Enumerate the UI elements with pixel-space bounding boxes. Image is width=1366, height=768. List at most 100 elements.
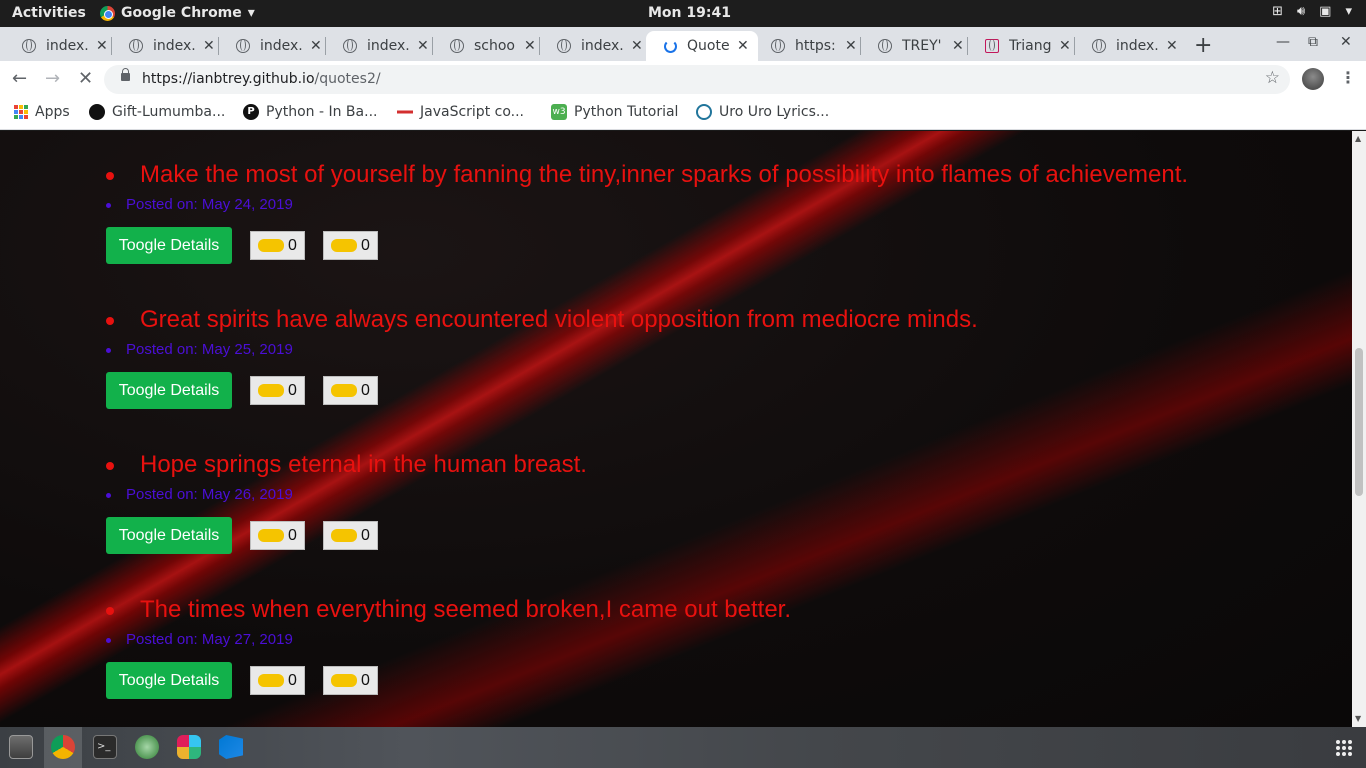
list-bullet (106, 638, 111, 643)
bookmark-javascript[interactable]: JavaScript co... (397, 104, 524, 120)
bookmark-github[interactable]: Gift-Lumumba... (89, 104, 225, 120)
stop-loading-icon[interactable]: ✕ (78, 68, 93, 89)
page-scrollbar[interactable]: ▲ ▼ (1352, 131, 1366, 727)
tab-8[interactable]: TREY' ✕ (860, 31, 964, 61)
javascript-site-icon (397, 104, 413, 120)
bookmark-python-tutorial[interactable]: w3 Python Tutorial (551, 104, 678, 120)
activities-button[interactable]: Activities (12, 5, 86, 21)
tab-2[interactable]: index. ✕ (218, 31, 322, 61)
upvote-pill-icon (258, 239, 285, 252)
close-icon[interactable]: ✕ (631, 38, 643, 54)
scroll-down-arrow-icon[interactable]: ▼ (1355, 714, 1361, 723)
bookmark-uro-uro[interactable]: Uro Uro Lyrics... (696, 104, 829, 120)
clock[interactable]: Mon 19:41 (648, 5, 731, 21)
more-menu-icon[interactable]: ⋮ (1340, 68, 1356, 87)
upvote-button[interactable]: 0 (250, 666, 305, 695)
bookmark-label: JavaScript co... (420, 104, 524, 120)
globe-icon (450, 39, 464, 53)
quote-date: Posted on: May 26, 2019 (126, 486, 293, 503)
vscode-icon[interactable] (219, 735, 243, 759)
globe-icon (129, 39, 143, 53)
scrollbar-thumb[interactable] (1355, 348, 1363, 496)
globe-icon (878, 39, 892, 53)
close-icon[interactable]: ✕ (310, 38, 322, 54)
system-tray[interactable]: ⊞ 🔊︎ ▣ ▾ (1272, 4, 1352, 19)
bookmark-apps[interactable]: Apps (14, 104, 70, 120)
python-p-icon: P (243, 104, 259, 120)
close-icon[interactable]: ✕ (845, 38, 857, 54)
tab-label: index. (260, 38, 302, 54)
list-bullet (106, 172, 114, 180)
battery-icon: ▣ (1319, 4, 1332, 19)
tab-label: Quote (687, 38, 729, 54)
minimize-icon[interactable]: — (1276, 34, 1290, 50)
list-bullet (106, 462, 114, 470)
chrome-icon (100, 5, 115, 21)
chevron-down-icon: ▾ (1345, 4, 1352, 19)
slack-icon[interactable] (177, 735, 201, 759)
quote-date: Posted on: May 25, 2019 (126, 341, 293, 358)
upvote-button[interactable]: 0 (250, 231, 305, 260)
tab-0[interactable]: index. ✕ (4, 31, 108, 61)
maximize-icon[interactable]: ⧉ (1308, 34, 1318, 50)
tab-label: index. (1116, 38, 1158, 54)
globe-icon (771, 39, 785, 53)
bookmark-star-icon[interactable]: ☆ (1265, 68, 1280, 88)
close-icon[interactable]: ✕ (737, 38, 749, 54)
back-arrow-icon[interactable]: ← (12, 68, 27, 89)
bookmark-python-in-ba[interactable]: P Python - In Ba... (243, 104, 377, 120)
volume-icon: 🔊︎ (1296, 4, 1306, 19)
scroll-up-arrow-icon[interactable]: ▲ (1355, 134, 1361, 143)
close-icon[interactable]: ✕ (203, 38, 215, 54)
quote-text: Great spirits have always encountered vi… (140, 306, 978, 333)
upvote-button[interactable]: 0 (250, 521, 305, 550)
window-close-icon[interactable]: ✕ (1340, 34, 1352, 50)
tab-1[interactable]: index. ✕ (111, 31, 215, 61)
tab-label: index. (46, 38, 88, 54)
close-icon[interactable]: ✕ (96, 38, 108, 54)
bookmark-label: Uro Uro Lyrics... (719, 104, 830, 120)
downvote-button[interactable]: 0 (323, 231, 378, 260)
tab-label: https: (795, 38, 836, 54)
quote-text: Make the most of yourself by fanning the… (140, 161, 1189, 188)
chrome-dock-icon[interactable] (51, 735, 75, 759)
close-icon[interactable]: ✕ (1166, 38, 1178, 54)
tab-6-active[interactable]: Quote ✕ (646, 31, 758, 61)
toggle-details-button[interactable]: Toogle Details (106, 372, 232, 409)
downvote-button[interactable]: 0 (323, 376, 378, 405)
downvote-pill-icon (331, 384, 358, 397)
profile-avatar[interactable] (1302, 68, 1324, 90)
downvote-count: 0 (361, 671, 370, 689)
globe-icon (343, 39, 357, 53)
bookmark-label: Python - In Ba... (266, 104, 378, 120)
address-bar[interactable]: https://ianbtrey.github.io/quotes2/ ☆ (104, 65, 1290, 94)
files-icon[interactable] (9, 735, 33, 759)
downvote-button[interactable]: 0 (323, 521, 378, 550)
toggle-details-button[interactable]: Toogle Details (106, 662, 232, 699)
forward-arrow-icon[interactable]: → (45, 68, 60, 89)
tab-4[interactable]: schoo ✕ (432, 31, 536, 61)
close-icon[interactable]: ✕ (417, 38, 429, 54)
tab-3[interactable]: index. ✕ (325, 31, 429, 61)
close-icon[interactable]: ✕ (524, 38, 536, 54)
tab-label: schoo (474, 38, 515, 54)
toggle-details-button[interactable]: Toogle Details (106, 517, 232, 554)
tab-10[interactable]: index. ✕ (1074, 31, 1178, 61)
downvote-pill-icon (331, 674, 358, 687)
close-icon[interactable]: ✕ (1059, 38, 1071, 54)
toggle-details-button[interactable]: Toogle Details (106, 227, 232, 264)
tab-strip: index. ✕ index. ✕ index. ✕ index. ✕ scho… (0, 27, 1366, 61)
upvote-button[interactable]: 0 (250, 376, 305, 405)
show-applications-icon[interactable] (1336, 740, 1352, 756)
downvote-button[interactable]: 0 (323, 666, 378, 695)
atom-editor-icon[interactable] (135, 735, 159, 759)
tab-5[interactable]: index. ✕ (539, 31, 643, 61)
new-tab-plus-icon[interactable]: + (1194, 33, 1212, 58)
app-menu[interactable]: Google Chrome ▾ (100, 5, 255, 21)
tab-7[interactable]: https: ✕ (753, 31, 857, 61)
page-viewport: Make the most of yourself by fanning the… (0, 131, 1352, 727)
tab-9[interactable]: Triang ✕ (967, 31, 1071, 61)
close-icon[interactable]: ✕ (952, 38, 964, 54)
terminal-icon[interactable]: >_ (93, 735, 117, 759)
upvote-count: 0 (288, 671, 297, 689)
